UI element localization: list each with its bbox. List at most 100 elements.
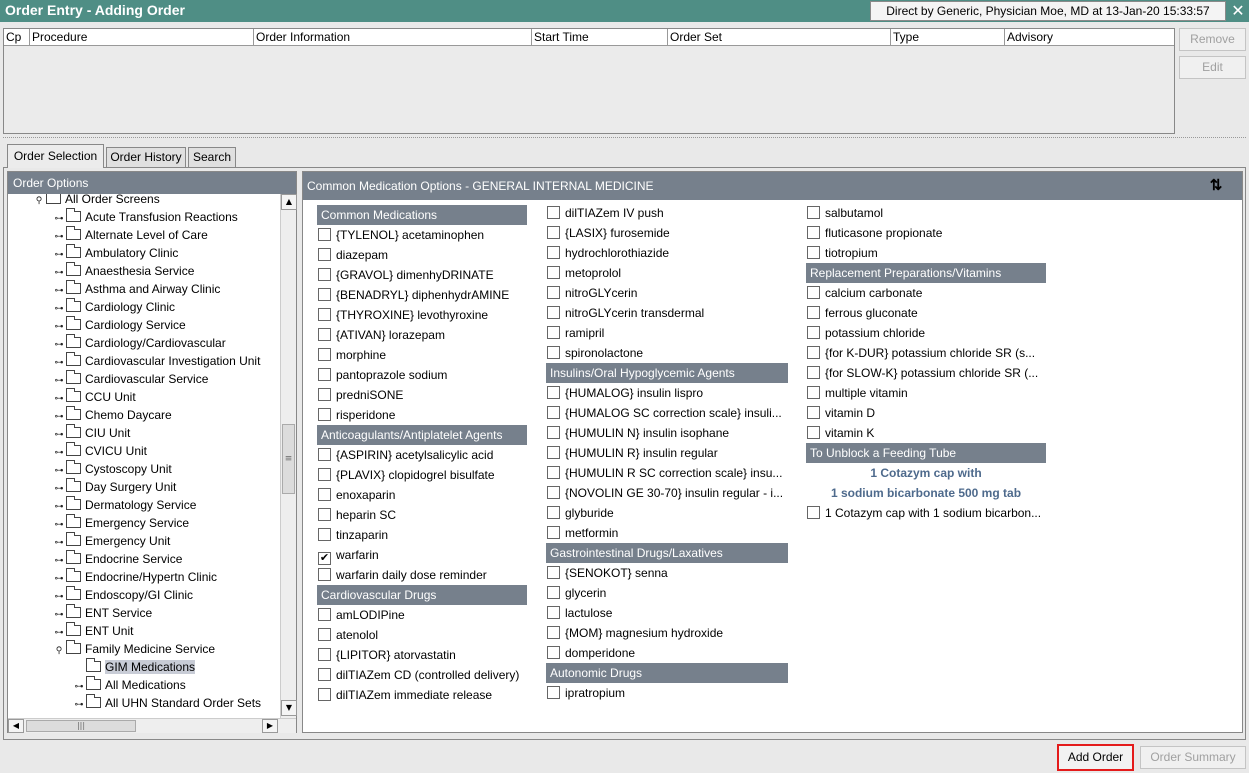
medication-option[interactable]: tiotropium <box>807 243 1043 263</box>
medication-checkbox[interactable] <box>807 246 820 259</box>
tree-node[interactable]: ⊶ Cystoscopy Unit <box>52 460 172 478</box>
medication-option[interactable]: {HUMULIN R} insulin regular <box>547 443 783 463</box>
tree-node[interactable]: ⊶ Anaesthesia Service <box>52 262 194 280</box>
edit-button[interactable]: Edit <box>1179 56 1246 79</box>
column-advisory[interactable]: Advisory <box>1005 29 1174 46</box>
medication-checkbox[interactable] <box>807 226 820 239</box>
medication-checkbox[interactable] <box>547 386 560 399</box>
scroll-right-icon[interactable]: ▶ <box>262 719 278 733</box>
tree-node[interactable]: ⊶ Cardiovascular Service <box>52 370 208 388</box>
medication-checkbox[interactable] <box>547 646 560 659</box>
expand-node-icon[interactable]: ⊶ <box>52 335 66 353</box>
medication-checkbox[interactable] <box>318 308 331 321</box>
scroll-thumb[interactable]: ≡ <box>282 424 295 494</box>
column-type[interactable]: Type <box>891 29 1005 46</box>
collapse-node-icon[interactable]: ⚲ <box>32 194 46 209</box>
medication-checkbox[interactable] <box>807 386 820 399</box>
medication-checkbox[interactable] <box>318 328 331 341</box>
medication-option[interactable]: ramipril <box>547 323 783 343</box>
medication-checkbox[interactable] <box>318 448 331 461</box>
expand-node-icon[interactable]: ⊶ <box>52 209 66 227</box>
medication-option[interactable]: ferrous gluconate <box>807 303 1043 323</box>
expand-node-icon[interactable]: ⊶ <box>52 533 66 551</box>
medication-checkbox[interactable] <box>318 348 331 361</box>
medication-checkbox[interactable] <box>547 406 560 419</box>
tab-order-selection[interactable]: Order Selection <box>7 144 104 168</box>
expand-node-icon[interactable]: ⊶ <box>52 281 66 299</box>
medication-option[interactable]: nitroGLYcerin transdermal <box>547 303 783 323</box>
medication-checkbox[interactable] <box>318 388 331 401</box>
expand-node-icon[interactable]: ⊶ <box>52 371 66 389</box>
medication-option[interactable]: amLODIPine <box>318 605 554 625</box>
add-order-button[interactable]: Add Order <box>1057 744 1134 771</box>
tree-node[interactable]: ⊶ ENT Service <box>52 604 152 622</box>
medication-checkbox[interactable] <box>318 488 331 501</box>
order-options-tree[interactable]: ⚲ All Order Screens ⊶ Acute Transfusion Rea… <box>8 194 280 718</box>
expand-node-icon[interactable]: ⊶ <box>52 299 66 317</box>
medication-checkbox[interactable]: ✔ <box>318 552 331 565</box>
tree-node[interactable]: ⚲ Family Medicine Service <box>52 640 215 658</box>
medication-option[interactable]: multiple vitamin <box>807 383 1043 403</box>
medication-checkbox[interactable] <box>807 506 820 519</box>
medication-option[interactable]: dilTIAZem IV push <box>547 203 783 223</box>
medication-option[interactable]: calcium carbonate <box>807 283 1043 303</box>
medication-option[interactable]: fluticasone propionate <box>807 223 1043 243</box>
tree-node[interactable]: ⊶ Endocrine/Hypertn Clinic <box>52 568 217 586</box>
tree-node[interactable]: ⊶ Asthma and Airway Clinic <box>52 280 220 298</box>
medication-option[interactable]: {LIPITOR} atorvastatin <box>318 645 554 665</box>
medication-checkbox[interactable] <box>547 506 560 519</box>
refresh-icon[interactable]: ⇅ <box>1206 176 1226 196</box>
medication-checkbox[interactable] <box>547 446 560 459</box>
expand-node-icon[interactable]: ⊶ <box>52 605 66 623</box>
medication-checkbox[interactable] <box>547 426 560 439</box>
column-cp[interactable]: Cp <box>4 29 30 46</box>
tree-node[interactable]: ⊶ Cardiovascular Investigation Unit <box>52 352 260 370</box>
medication-checkbox[interactable] <box>547 626 560 639</box>
medication-option[interactable]: {SENOKOT} senna <box>547 563 783 583</box>
medication-option[interactable]: heparin SC <box>318 505 554 525</box>
expand-node-icon[interactable]: ⊶ <box>52 263 66 281</box>
medication-option[interactable]: morphine <box>318 345 554 365</box>
medication-checkbox[interactable] <box>318 628 331 641</box>
medication-checkbox[interactable] <box>547 486 560 499</box>
medication-option[interactable]: 1 Cotazym cap with 1 sodium bicarbon... <box>807 503 1043 523</box>
medication-checkbox[interactable] <box>318 668 331 681</box>
medication-option[interactable]: diazepam <box>318 245 554 265</box>
medication-checkbox[interactable] <box>547 286 560 299</box>
medication-checkbox[interactable] <box>547 246 560 259</box>
tree-node[interactable]: ⊶ CIU Unit <box>52 424 130 442</box>
medication-option[interactable]: glycerin <box>547 583 783 603</box>
medication-option[interactable]: risperidone <box>318 405 554 425</box>
medication-option[interactable]: {LASIX} furosemide <box>547 223 783 243</box>
medication-checkbox[interactable] <box>547 306 560 319</box>
medication-option[interactable]: {BENADRYL} diphenhydrAMINE <box>318 285 554 305</box>
medication-checkbox[interactable] <box>318 408 331 421</box>
expand-node-icon[interactable]: ⊶ <box>52 425 66 443</box>
expand-node-icon[interactable]: ⊶ <box>52 551 66 569</box>
medication-option[interactable]: spironolactone <box>547 343 783 363</box>
horizontal-scroll-thumb[interactable]: ||| <box>26 720 136 732</box>
expand-node-icon[interactable]: ⊶ <box>52 389 66 407</box>
tree-node[interactable]: ⊶ Emergency Service <box>52 514 189 532</box>
expand-node-icon[interactable]: ⊶ <box>52 587 66 605</box>
medication-option[interactable]: vitamin K <box>807 423 1043 443</box>
medication-option[interactable]: {HUMALOG} insulin lispro <box>547 383 783 403</box>
medication-checkbox[interactable] <box>547 586 560 599</box>
medication-checkbox[interactable] <box>547 226 560 239</box>
medication-option[interactable]: domperidone <box>547 643 783 663</box>
tab-search[interactable]: Search <box>188 147 236 167</box>
medication-option[interactable]: salbutamol <box>807 203 1043 223</box>
scroll-left-icon[interactable]: ◀ <box>8 719 24 733</box>
medication-checkbox[interactable] <box>318 468 331 481</box>
tree-node[interactable]: ⊶ All Medications <box>72 676 186 694</box>
medication-option[interactable]: {THYROXINE} levothyroxine <box>318 305 554 325</box>
expand-node-icon[interactable]: ⊶ <box>72 677 86 695</box>
medication-option[interactable]: metformin <box>547 523 783 543</box>
tree-node[interactable]: ⊶ Ambulatory Clinic <box>52 244 178 262</box>
order-summary-button[interactable]: Order Summary <box>1140 746 1246 769</box>
medication-checkbox[interactable] <box>318 228 331 241</box>
medication-option[interactable]: {for K-DUR} potassium chloride SR (s... <box>807 343 1043 363</box>
tree-node[interactable]: ⊶ All UHN Standard Order Sets <box>72 694 261 712</box>
tree-node[interactable]: ⊶ Chemo Daycare <box>52 406 172 424</box>
column-order-information[interactable]: Order Information <box>254 29 532 46</box>
